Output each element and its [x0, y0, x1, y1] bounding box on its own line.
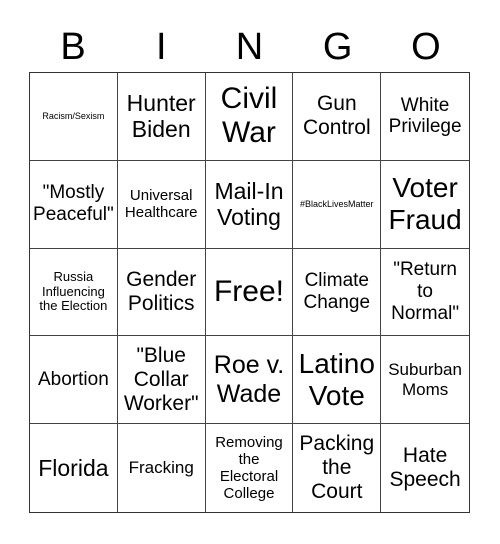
bingo-cell[interactable]: Mail-In Voting	[205, 160, 294, 249]
bingo-cell[interactable]: "Blue Collar Worker"	[117, 336, 206, 425]
bingo-header: B I N G O	[29, 24, 470, 70]
bingo-cell[interactable]: Hate Speech	[381, 424, 469, 512]
bingo-cell[interactable]: Universal Healthcare	[117, 160, 206, 249]
bingo-cell[interactable]: Florida	[30, 424, 118, 512]
free-space-cell[interactable]: Free!	[205, 248, 294, 337]
header-letter-n: N	[235, 26, 264, 68]
bingo-cell[interactable]: Voter Fraud	[381, 161, 469, 249]
bingo-cell[interactable]: Suburban Moms	[381, 336, 469, 425]
bingo-cell[interactable]: Latino Vote	[293, 336, 382, 425]
header-letter-i: I	[156, 26, 167, 68]
bingo-grid: Racism/Sexism Hunter Biden Civil War Gun…	[29, 72, 470, 513]
bingo-cell[interactable]: Roe v. Wade	[205, 336, 294, 425]
bingo-cell[interactable]: Abortion	[30, 336, 118, 425]
bingo-cell[interactable]: Civil War	[205, 73, 294, 161]
bingo-cell[interactable]: Gender Politics	[117, 248, 206, 337]
bingo-cell[interactable]: Climate Change	[293, 248, 382, 337]
bingo-cell[interactable]: Hunter Biden	[117, 73, 206, 161]
bingo-cell[interactable]: #BlackLivesMatter	[293, 160, 382, 249]
bingo-cell[interactable]: "Return to Normal"	[381, 249, 469, 337]
bingo-cell[interactable]: White Privilege	[381, 73, 469, 161]
bingo-cell[interactable]: Russia Influencing the Election	[30, 248, 118, 337]
bingo-cell[interactable]: "Mostly Peaceful"	[30, 160, 118, 249]
bingo-cell[interactable]: Fracking	[118, 424, 206, 512]
bingo-cell[interactable]: Racism/Sexism	[30, 73, 118, 161]
header-letter-g: G	[322, 26, 353, 68]
bingo-cell[interactable]: Packing the Court	[293, 424, 382, 512]
header-letter-o: O	[411, 26, 441, 68]
bingo-cell[interactable]: Removing the Electoral College	[206, 424, 294, 512]
bingo-cell[interactable]: Gun Control	[293, 73, 382, 161]
header-letter-b: B	[60, 26, 86, 68]
